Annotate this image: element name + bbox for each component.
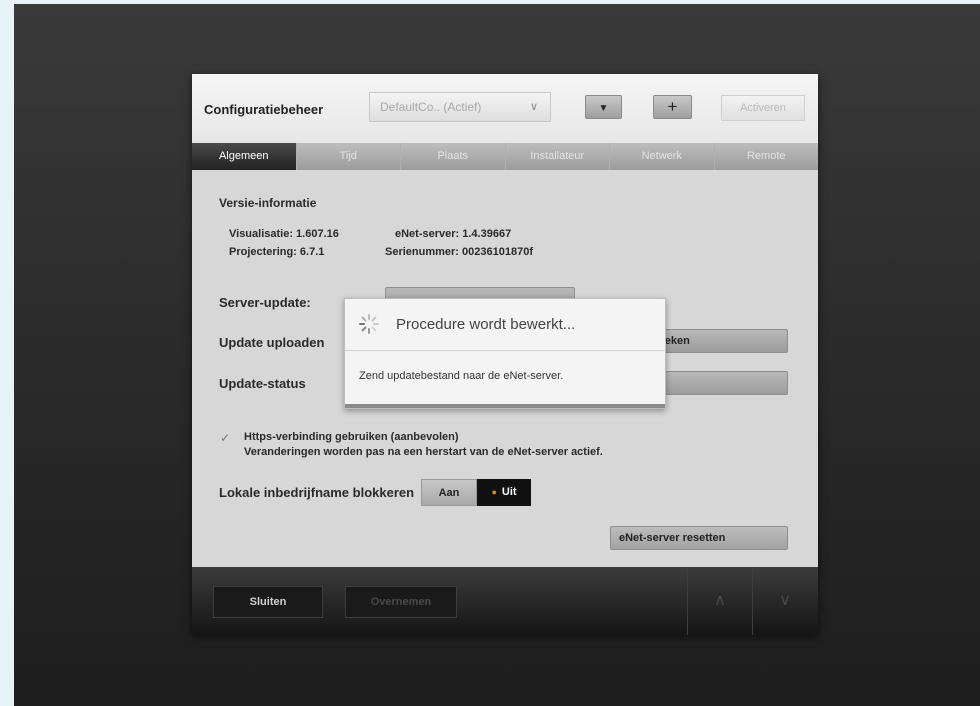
scroll-down-button[interactable]: ∨ [752,567,817,635]
toggle-aan[interactable]: Aan [421,479,477,506]
checkmark-icon: ✓ [220,431,231,445]
visualisatie-version: Visualisatie: 1.607.16 [229,228,339,240]
configuration-select[interactable]: DefaultCo.. (Actief) ∨ [369,92,551,122]
https-label: Https-verbinding gebruiken (aanbevolen) [244,431,459,443]
tab-tijd[interactable]: Tijd [295,143,401,170]
apply-button[interactable]: Overnemen [345,586,457,618]
version-heading: Versie-informatie [219,196,317,210]
projectering-version: Projectering: 6.7.1 [229,246,325,258]
configuration-select-value: DefaultCo.. (Actief) [380,100,482,114]
tab-algemeen[interactable]: Algemeen [192,143,296,170]
tab-remote[interactable]: Remote [713,143,819,170]
footer-bar: Sluiten Overnemen ∧ ∨ [192,567,818,635]
serial-number: Serienummer: 00236101870f [385,246,533,258]
activate-button[interactable]: Activeren [721,95,805,121]
dialog-title: Procedure wordt bewerkt... [396,316,576,333]
chevron-down-icon: ∨ [529,101,538,113]
tab-installateur[interactable]: Installateur [504,143,610,170]
upload-label: Update uploaden [219,335,325,350]
chevron-down-icon: ∨ [779,592,791,609]
chevron-down-icon: ▼ [598,103,609,114]
https-note: Veranderingen worden pas na een herstart… [244,446,603,458]
add-configuration-button[interactable]: + [653,95,692,119]
tab-netwerk[interactable]: Netwerk [609,143,714,170]
reset-server-button[interactable]: eNet-server resetten [610,526,788,550]
chevron-up-icon: ∧ [714,592,726,609]
https-checkbox[interactable]: ✓ [220,432,232,444]
panel-header: Configuratiebeheer DefaultCo.. (Actief) … [192,74,818,143]
progress-dialog: Procedure wordt bewerkt... Zend updatebe… [344,298,666,409]
tab-bar: Algemeen Tijd Plaats Installateur Netwer… [192,143,818,170]
toggle-uit-label: Uit [501,486,517,498]
close-button[interactable]: Sluiten [213,586,323,618]
toggle-uit[interactable]: ● Uit [477,479,531,506]
server-update-label: Server-update: [219,295,311,310]
tab-plaats[interactable]: Plaats [400,143,505,170]
plus-icon: + [667,97,678,116]
dialog-header: Procedure wordt bewerkt... [345,299,665,351]
local-block-label: Lokale inbedrijfname blokkeren [219,485,415,500]
dialog-progress-bar [345,404,665,408]
loading-spinner-icon [359,314,379,334]
server-version: eNet-server: 1.4.39667 [395,228,512,240]
selected-dot-icon: ● [491,487,497,497]
dialog-message: Zend updatebestand naar de eNet-server. [359,370,564,382]
reset-server-label: eNet-server resetten [619,532,726,544]
update-status-label: Update-status [219,376,306,391]
local-block-toggle: Aan ● Uit [421,479,531,506]
scroll-up-button[interactable]: ∧ [687,567,752,635]
dropdown-button[interactable]: ▼ [585,95,622,119]
panel-title: Configuratiebeheer [204,102,324,117]
